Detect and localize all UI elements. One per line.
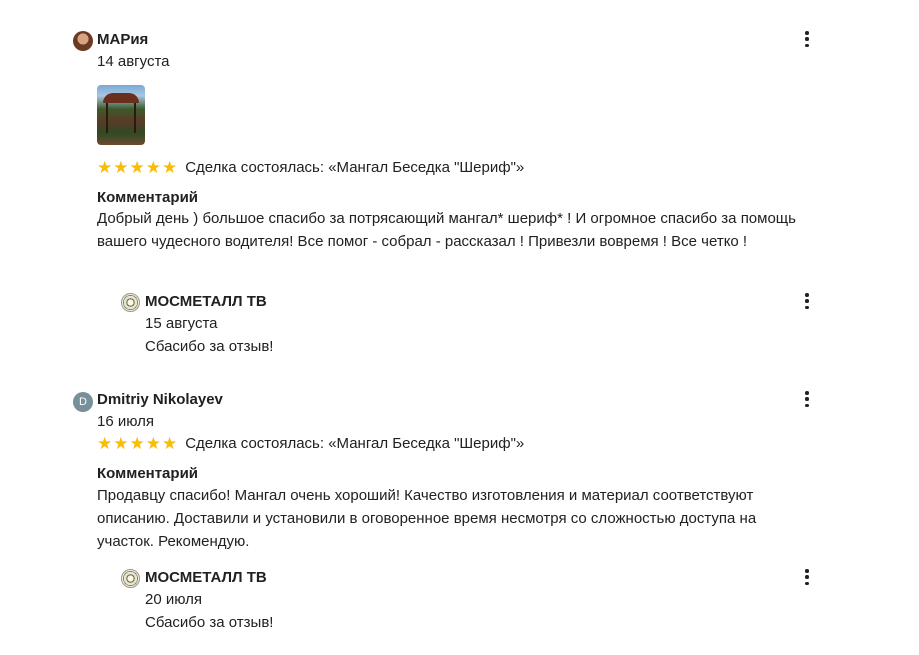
seller-avatar[interactable] [121,569,140,588]
reply-date: 15 августа [145,315,218,332]
seller-name[interactable]: МОСМЕТАЛЛ ТВ [145,293,267,310]
deal-status: Сделка состоялась: «Мангал Беседка "Шери… [185,159,525,176]
reply-more-options-icon[interactable] [801,568,813,586]
review-author[interactable]: Dmitriy Nikolayev [97,391,223,408]
comment-text: Продавцу спасибо! Мангал очень хороший! … [97,487,757,550]
comment-heading: Комментарий [97,189,199,206]
comment-text: Добрый день ) большое спасибо за потряса… [97,210,796,250]
seller-name[interactable]: МОСМЕТАЛЛ ТВ [145,569,267,586]
seller-avatar[interactable] [121,293,140,312]
author-avatar[interactable] [73,31,93,51]
comment-heading: Комментарий [97,465,199,482]
star-rating-icon: ★★★★★ [97,434,179,453]
more-options-icon[interactable] [801,390,813,408]
reply-text: Сбасибо за отзыв! [145,614,274,631]
star-rating-icon: ★★★★★ [97,158,179,177]
rating-row: ★★★★★ Сделка состоялась: «Мангал Беседка… [97,435,524,452]
deal-status: Сделка состоялась: «Мангал Беседка "Шери… [185,435,525,452]
review-author[interactable]: МАРия [97,31,148,48]
review-date: 16 июля [97,413,155,430]
reply-more-options-icon[interactable] [801,292,813,310]
more-options-icon[interactable] [801,30,813,48]
review-photo-thumbnail[interactable] [97,85,145,145]
rating-row: ★★★★★ Сделка состоялась: «Мангал Беседка… [97,159,524,176]
review-date: 14 августа [97,53,170,70]
reply-text: Сбасибо за отзыв! [145,338,274,355]
reply-date: 20 июля [145,591,203,608]
author-avatar[interactable]: D [73,392,93,412]
